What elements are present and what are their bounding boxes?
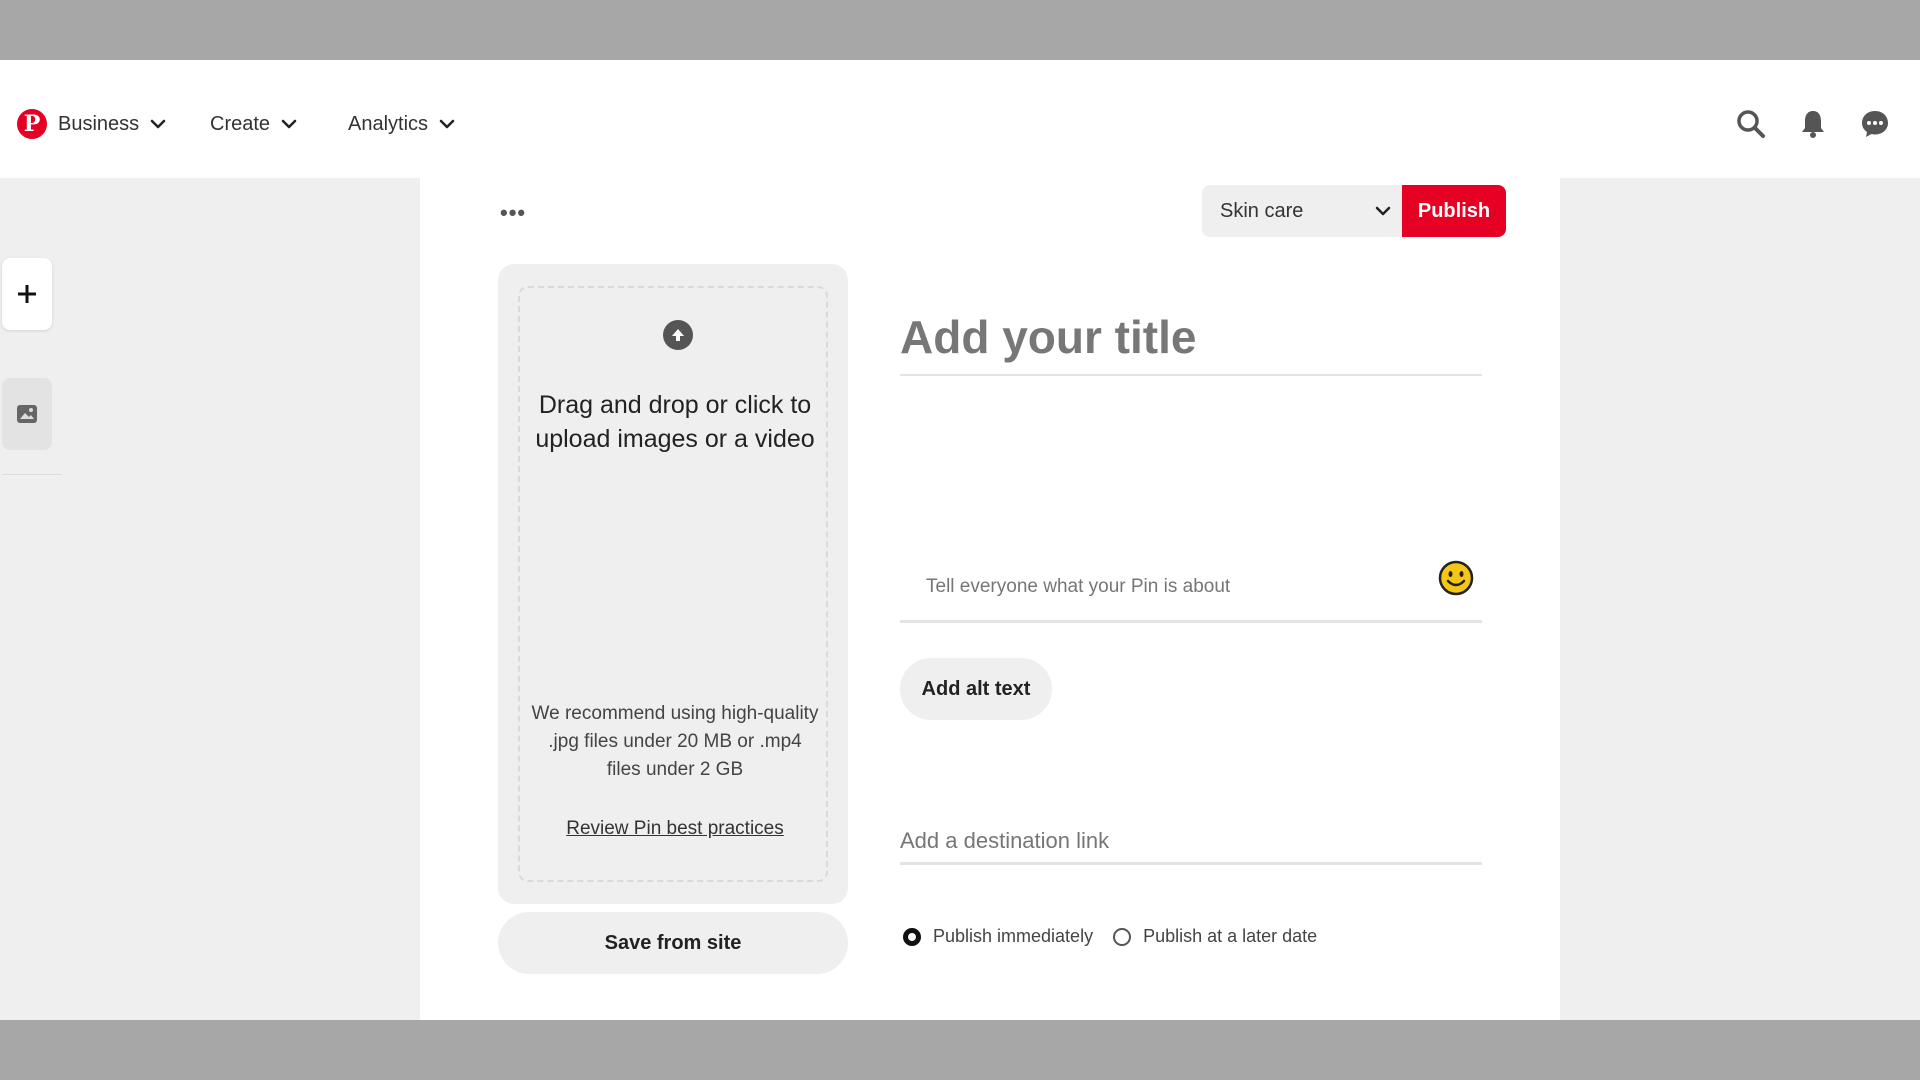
image-icon: [17, 405, 37, 423]
pin-builder-card: ••• Skin care Publish Drag and drop or c…: [420, 180, 1560, 1020]
publish-options: Publish immediately Publish at a later d…: [903, 926, 1337, 947]
publish-immediately-label[interactable]: Publish immediately: [933, 926, 1093, 947]
upload-dropzone[interactable]: Drag and drop or click to upload images …: [518, 286, 828, 882]
left-rail: [0, 178, 420, 1020]
emoji-picker-icon[interactable]: [1438, 560, 1474, 596]
publish-later-radio[interactable]: [1113, 927, 1132, 946]
board-select-value: Skin care: [1220, 199, 1304, 222]
nav-analytics-label: Analytics: [348, 112, 429, 135]
chevron-down-icon: [439, 119, 455, 129]
nav-create-label: Create: [210, 112, 271, 135]
add-alt-text-button[interactable]: Add alt text: [900, 658, 1052, 720]
pinterest-logo[interactable]: P: [17, 109, 47, 139]
nav-business[interactable]: Business: [58, 108, 167, 140]
bell-icon[interactable]: [1797, 108, 1829, 140]
description-input[interactable]: Tell everyone what your Pin is about: [900, 560, 1482, 623]
right-background: [1560, 178, 1920, 1020]
nav-business-label: Business: [58, 112, 140, 135]
review-best-practices-link[interactable]: Review Pin best practices: [520, 818, 830, 840]
publish-button[interactable]: Publish: [1402, 185, 1506, 237]
title-input[interactable]: Add your title: [900, 310, 1482, 376]
rail-divider: [2, 474, 62, 475]
app-frame: P Business Create Analytics ••• Skin car…: [0, 60, 1920, 1020]
description-placeholder: Tell everyone what your Pin is about: [926, 576, 1231, 597]
upload-instructions: Drag and drop or click to upload images …: [535, 391, 815, 453]
top-navigation-bar: P Business Create Analytics: [0, 60, 1920, 178]
upload-arrow-icon: [663, 320, 693, 350]
title-placeholder: Add your title: [900, 311, 1197, 363]
upload-recommendation: We recommend using high-quality .jpg fil…: [531, 703, 819, 780]
add-pin-button[interactable]: [2, 258, 52, 330]
destination-link-placeholder: Add a destination link: [900, 828, 1110, 853]
more-options-button[interactable]: •••: [500, 200, 526, 226]
nav-analytics[interactable]: Analytics: [348, 108, 456, 140]
upload-area[interactable]: Drag and drop or click to upload images …: [498, 264, 848, 904]
chevron-down-icon: [1375, 206, 1391, 216]
publish-immediately-radio[interactable]: [903, 927, 921, 946]
draft-pin-thumbnail[interactable]: [2, 378, 52, 450]
search-icon[interactable]: [1735, 108, 1767, 140]
destination-link-input[interactable]: Add a destination link: [900, 822, 1482, 865]
save-from-site-button[interactable]: Save from site: [498, 912, 848, 974]
chevron-down-icon: [150, 119, 166, 129]
chevron-down-icon: [281, 119, 297, 129]
publish-later-label[interactable]: Publish at a later date: [1143, 926, 1317, 947]
pinterest-logo-glyph: P: [23, 111, 41, 137]
messages-icon[interactable]: [1859, 108, 1891, 140]
board-select[interactable]: Skin care: [1202, 185, 1402, 237]
nav-create[interactable]: Create: [210, 108, 298, 140]
plus-icon: [18, 285, 36, 303]
